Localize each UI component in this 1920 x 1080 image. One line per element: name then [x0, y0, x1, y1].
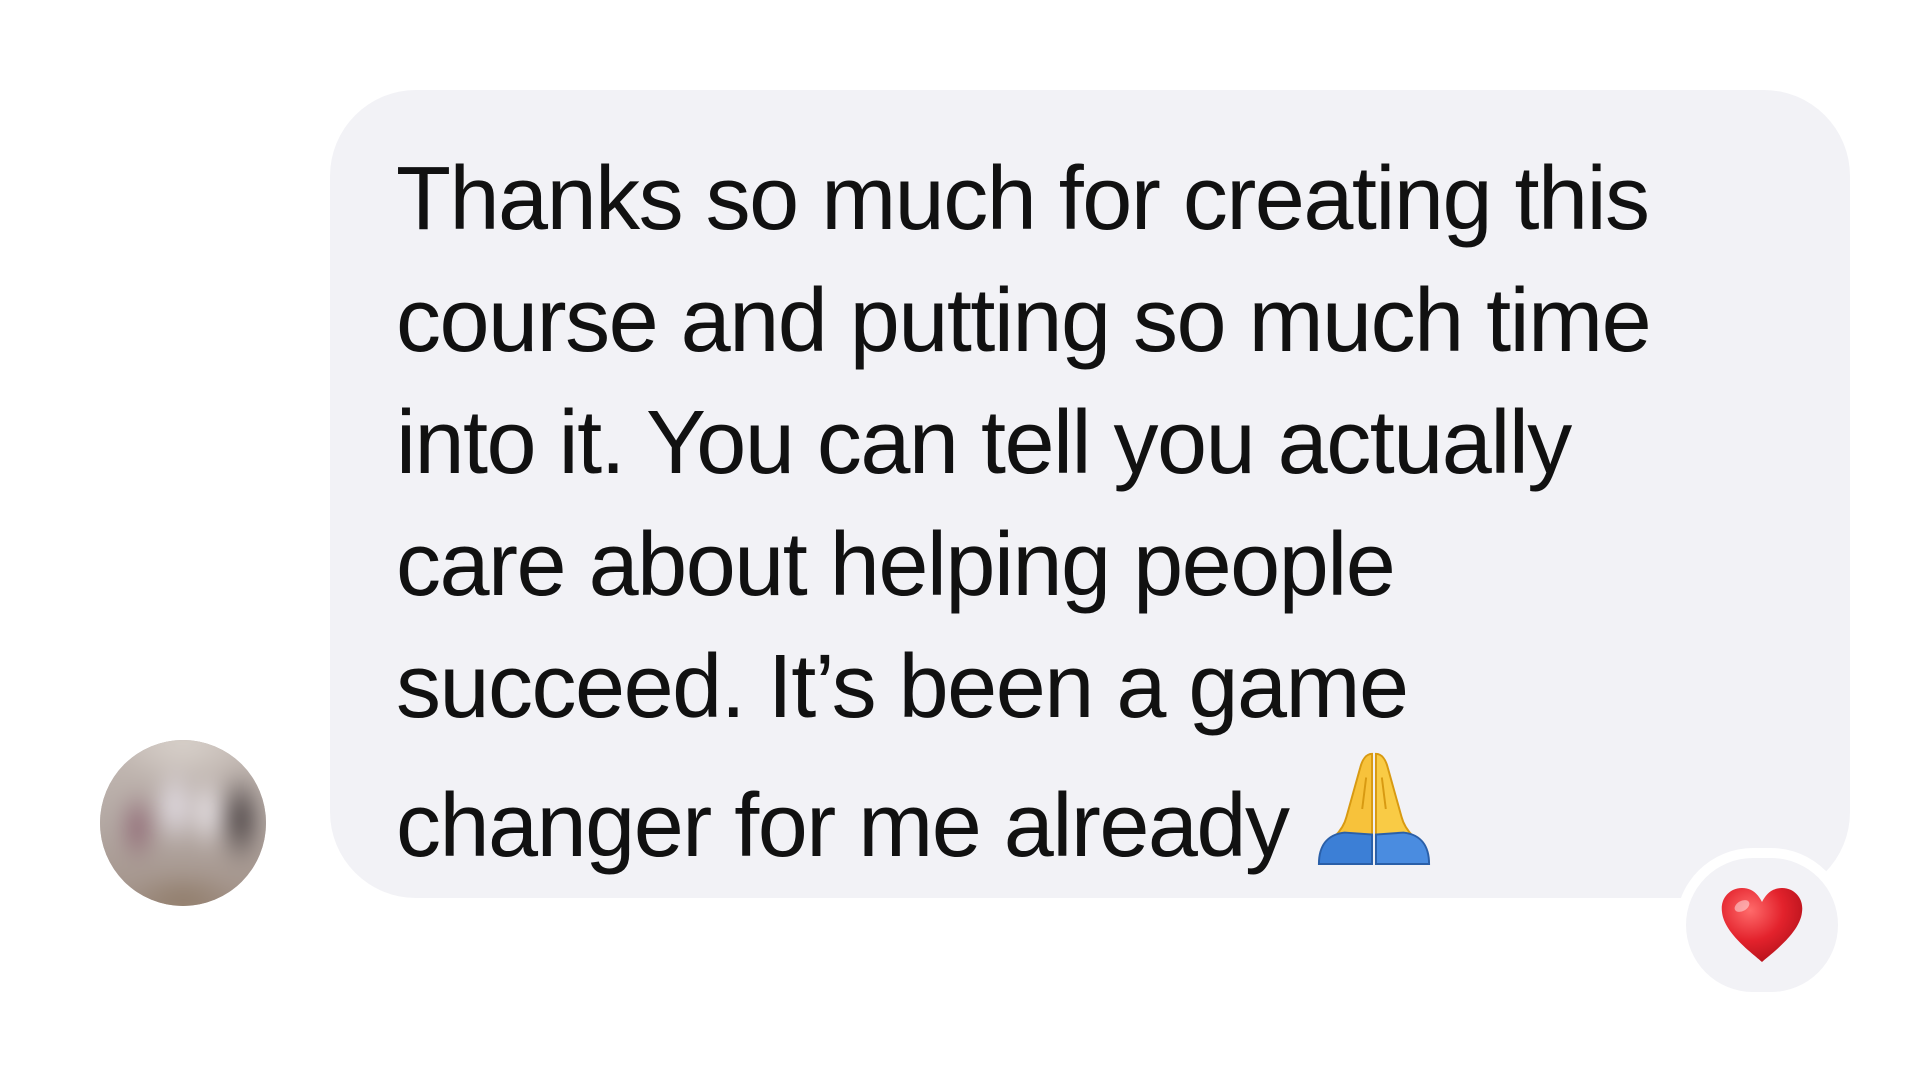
sender-avatar[interactable] [100, 740, 266, 906]
praying-hands-icon [1317, 752, 1430, 866]
chat-view: Thanks so much for creating this course … [0, 0, 1920, 1080]
message-line: course and putting so much time [396, 271, 1652, 371]
reaction-badge[interactable] [1686, 858, 1838, 992]
message-line: into it. You can tell you actually [396, 393, 1572, 493]
message-line: Thanks so much for creating this [396, 149, 1650, 249]
message-bubble[interactable]: Thanks so much for creating this course … [330, 90, 1850, 898]
red-heart-icon [1721, 888, 1803, 962]
message-line-last: changer for me already [396, 748, 1790, 887]
message-text: Thanks so much for creating this course … [396, 138, 1790, 887]
message-line: changer for me already [396, 776, 1290, 876]
message-line: care about helping people [396, 515, 1396, 615]
message-line: succeed. It’s been a game [396, 637, 1409, 737]
avatar-photo [100, 740, 266, 906]
